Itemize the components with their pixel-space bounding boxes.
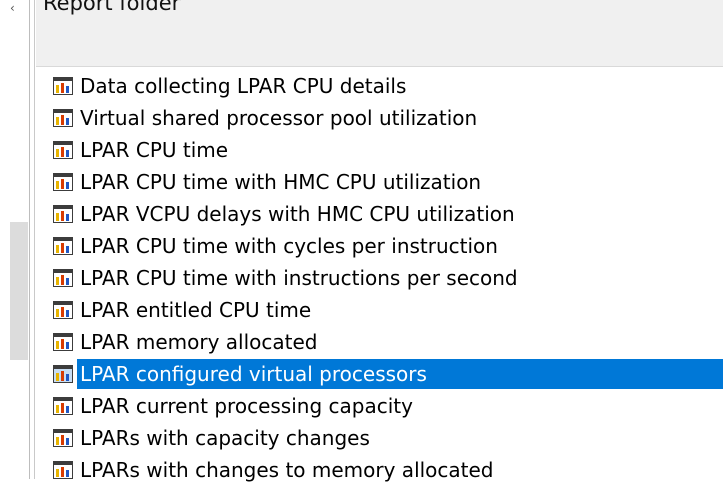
report-list-item[interactable]: LPAR VCPU delays with HMC CPU utilizatio…	[40, 198, 723, 230]
report-list-item[interactable]: LPAR CPU time with instructions per seco…	[40, 262, 723, 294]
navigation-scrollbar-thumb[interactable]	[10, 222, 28, 360]
report-list-item[interactable]: Data collecting LPAR CPU details	[40, 70, 723, 102]
report-list-item[interactable]: LPAR memory allocated	[40, 326, 723, 358]
report-label: LPAR VCPU delays with HMC CPU utilizatio…	[80, 202, 515, 226]
chart-report-icon	[53, 141, 73, 159]
chart-report-icon	[53, 269, 73, 287]
chart-report-icon	[53, 173, 73, 191]
report-list-item[interactable]: LPAR CPU time with cycles per instructio…	[40, 230, 723, 262]
report-list-item[interactable]: LPAR CPU time	[40, 134, 723, 166]
chart-report-icon	[53, 301, 73, 319]
report-folder-header: Report folder	[36, 0, 723, 67]
report-label: LPAR entitled CPU time	[80, 298, 312, 322]
header-title: Report folder	[43, 0, 181, 15]
report-list-item[interactable]: LPAR entitled CPU time	[40, 294, 723, 326]
chart-report-icon	[53, 109, 73, 127]
report-label: Virtual shared processor pool utilizatio…	[80, 106, 478, 130]
report-list-item[interactable]: LPARs with capacity changes	[40, 422, 723, 454]
report-list-item[interactable]: LPARs with changes to memory allocated	[40, 454, 723, 486]
chart-report-icon	[53, 205, 73, 223]
report-list-item[interactable]: LPAR current processing capacity	[40, 390, 723, 422]
collapse-arrow-icon[interactable]: ‹	[10, 2, 15, 14]
report-label: Data collecting LPAR CPU details	[80, 74, 407, 98]
report-label: LPAR CPU time with HMC CPU utilization	[80, 170, 482, 194]
chart-report-icon	[53, 429, 73, 447]
report-label: LPARs with changes to memory allocated	[80, 458, 494, 482]
report-list: Data collecting LPAR CPU details Virtual…	[40, 70, 723, 486]
report-label: LPAR CPU time with instructions per seco…	[80, 266, 518, 290]
report-label: LPAR configured virtual processors	[77, 359, 723, 389]
report-label: LPARs with capacity changes	[80, 426, 370, 450]
chart-report-icon	[53, 365, 73, 383]
navigation-pane: ‹	[0, 0, 28, 479]
report-list-item-selected[interactable]: LPAR configured virtual processors	[40, 358, 723, 390]
chart-report-icon	[53, 461, 73, 479]
report-list-item[interactable]: LPAR CPU time with HMC CPU utilization	[40, 166, 723, 198]
pane-splitter[interactable]	[29, 0, 30, 479]
report-label: LPAR CPU time	[80, 138, 229, 162]
chart-report-icon	[53, 333, 73, 351]
report-label: LPAR CPU time with cycles per instructio…	[80, 234, 498, 258]
chart-report-icon	[53, 77, 73, 95]
report-list-item[interactable]: Virtual shared processor pool utilizatio…	[40, 102, 723, 134]
chart-report-icon	[53, 397, 73, 415]
chart-report-icon	[53, 237, 73, 255]
report-label: LPAR memory allocated	[80, 330, 318, 354]
report-label: LPAR current processing capacity	[80, 394, 413, 418]
pane-divider	[34, 0, 35, 479]
